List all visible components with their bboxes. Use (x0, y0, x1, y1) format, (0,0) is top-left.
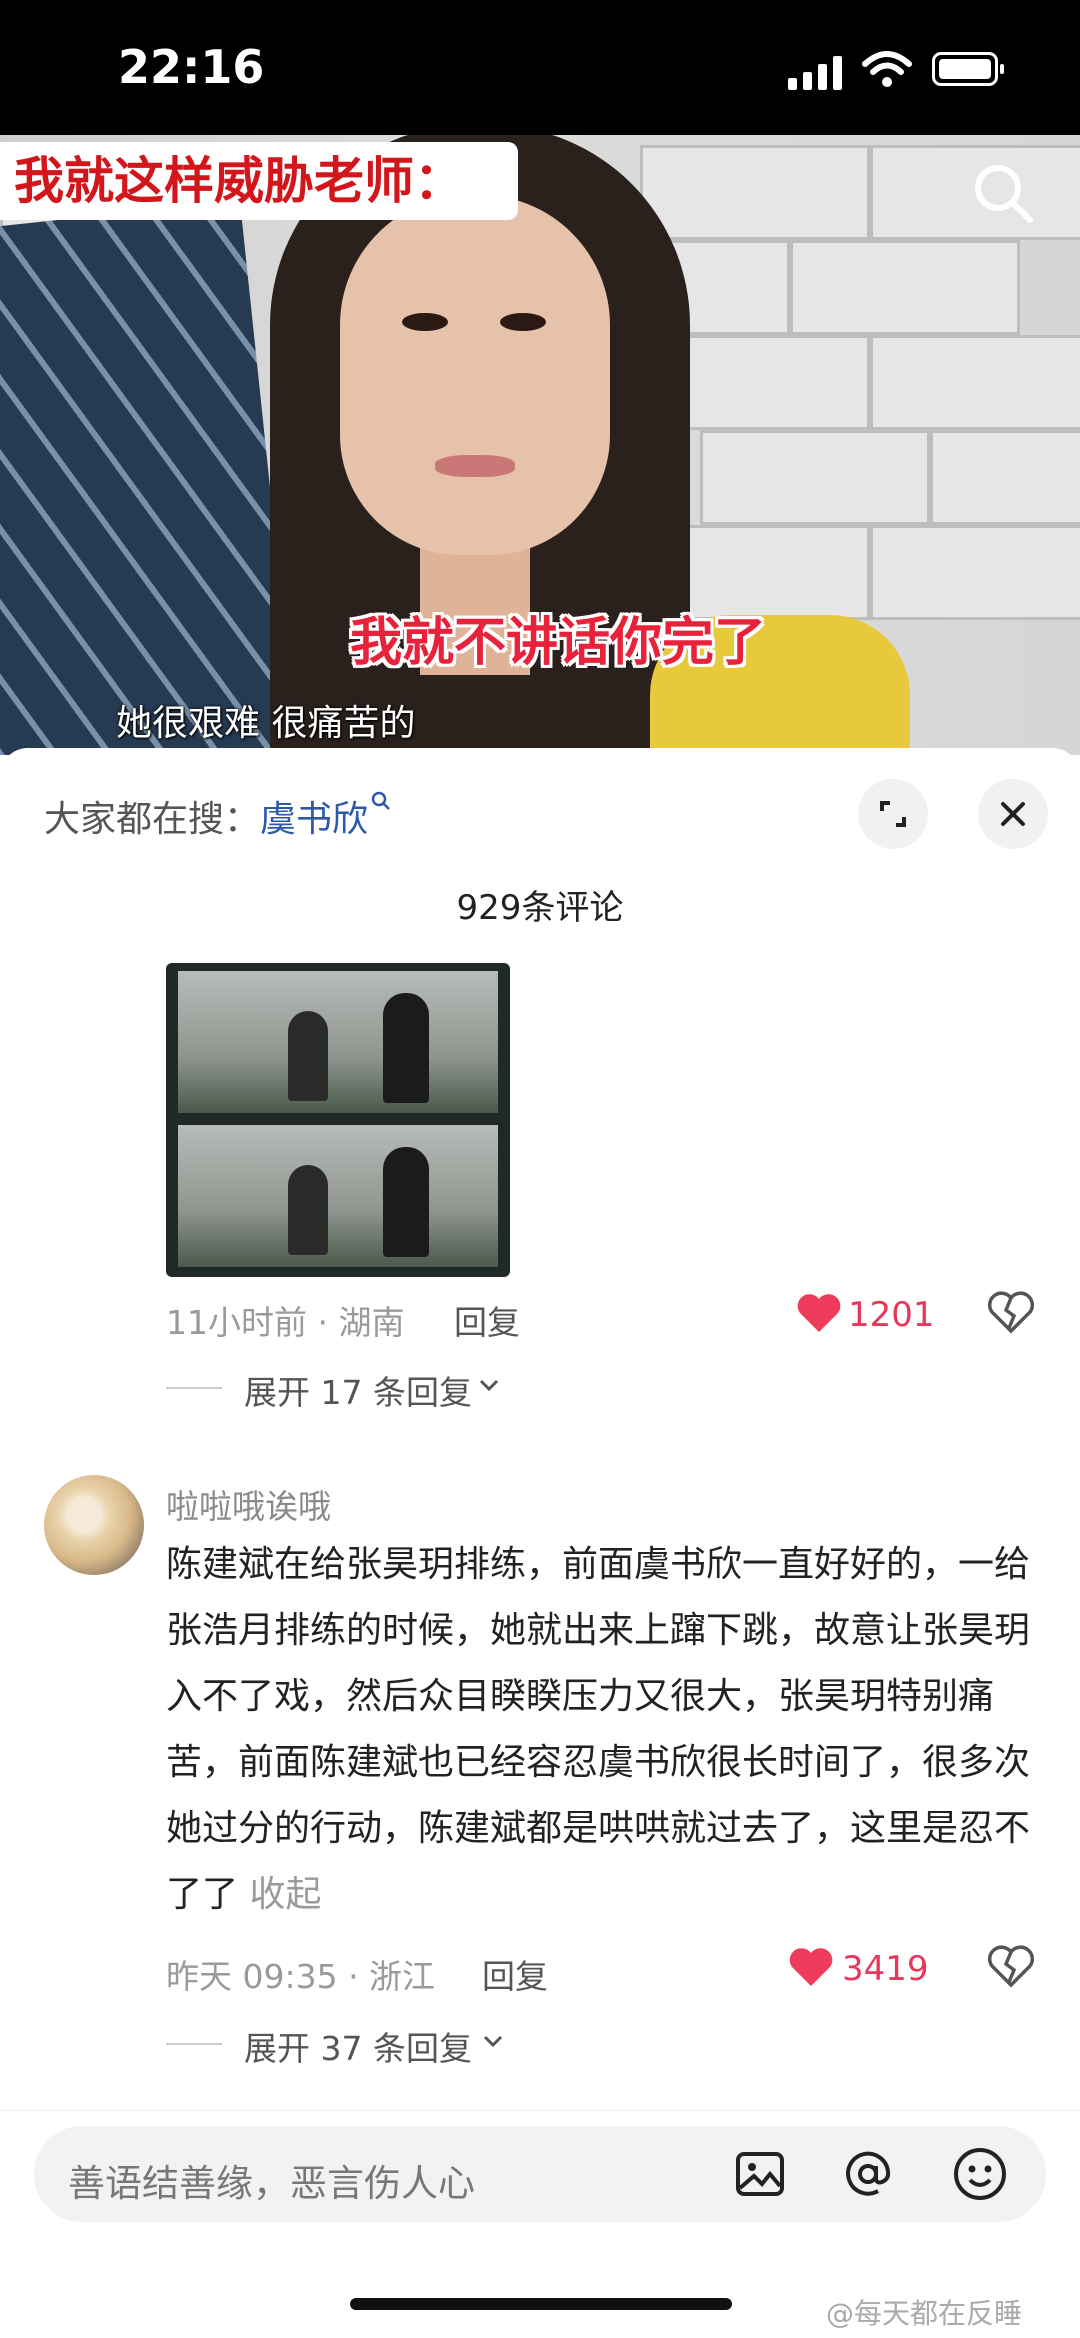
collapse-button[interactable]: 收起 (249, 1874, 321, 1915)
close-icon (1001, 802, 1025, 826)
fullscreen-button[interactable] (858, 779, 928, 849)
expand-icon (880, 801, 906, 827)
avatar[interactable] (44, 1475, 144, 1575)
search-icon[interactable] (968, 158, 1038, 228)
clock: 22:16 (118, 40, 265, 94)
comment-body: 陈建斌在给张昊玥排练，前面虞书欣一直好好的，一给张浩月排练的时候，她就出来上蹿下… (166, 1544, 1031, 1915)
hot-search-keyword[interactable]: 虞书欣 (260, 799, 368, 840)
hot-search[interactable]: 大家都在搜：虞书欣 (44, 790, 392, 842)
heart-icon[interactable] (788, 1946, 834, 1988)
comment-meta: 昨天 09:35 · 浙江 (166, 1957, 436, 1996)
wifi-icon (862, 51, 912, 87)
like-count: 3419 (842, 1949, 929, 1989)
status-bar: 22:16 (0, 0, 1080, 135)
signal-icon (788, 56, 842, 90)
home-indicator[interactable] (350, 2298, 732, 2310)
comment-username[interactable]: 啦啦哦诶哦 (166, 1480, 331, 1528)
comment-image[interactable] (166, 963, 510, 1277)
like-count: 1201 (848, 1295, 935, 1335)
battery-icon (932, 52, 1004, 86)
video-person-face (340, 195, 610, 555)
dislike-icon[interactable] (988, 1944, 1034, 1988)
comment-input-placeholder: 善语结善缘，恶言伤人心 (68, 2162, 475, 2205)
heart-icon[interactable] (796, 1292, 842, 1334)
image-icon[interactable] (730, 2144, 790, 2204)
hot-search-label: 大家都在搜： (44, 799, 261, 840)
reply-button[interactable]: 回复 (482, 1950, 548, 1998)
search-icon (371, 791, 390, 810)
video-subtitle-red: 我就不讲话你完了 (350, 613, 767, 673)
emoji-icon[interactable] (950, 2144, 1010, 2204)
chevron-down-icon (479, 1379, 499, 1392)
dislike-icon[interactable] (988, 1290, 1034, 1334)
expand-replies-button[interactable]: 展开 37 条回复 (244, 2022, 472, 2070)
comment-meta: 11小时前 · 湖南 (166, 1303, 405, 1342)
comment-count: 929条评论 (456, 888, 624, 928)
expand-replies-button[interactable]: 展开 17 条回复 (244, 1366, 472, 1414)
chevron-down-icon (483, 2035, 503, 2048)
close-button[interactable] (978, 779, 1048, 849)
reply-button[interactable]: 回复 (454, 1296, 520, 1344)
video-person-arm (0, 200, 299, 755)
video-subtitle: 她很艰难 很痛苦的 (116, 703, 416, 744)
mention-icon[interactable] (838, 2144, 898, 2204)
video-top-caption: 我就这样威胁老师： (0, 142, 518, 220)
watermark: @每天都在反睡 (826, 2297, 1023, 2330)
comment-text: 陈建斌在给张昊玥排练，前面虞书欣一直好好的，一给张浩月排练的时候，她就出来上蹿下… (166, 1532, 1046, 1928)
